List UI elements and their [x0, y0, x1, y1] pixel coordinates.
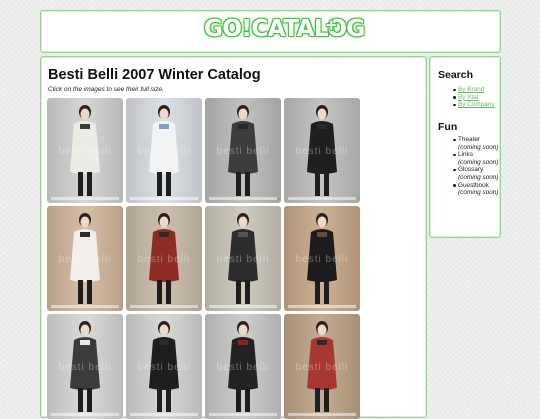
search-link-item: By Brand: [453, 86, 495, 94]
watermark-text: besti belli: [295, 362, 349, 373]
watermark-text: besti belli: [216, 146, 270, 157]
catalog-photo-4[interactable]: besti belli: [284, 98, 360, 203]
watermark-text: besti belli: [58, 254, 112, 265]
watermark-text: besti belli: [58, 362, 112, 373]
catalog-photo-6[interactable]: besti belli: [126, 206, 202, 311]
search-link-item: By Company: [453, 101, 495, 109]
watermark-text: besti belli: [58, 146, 112, 157]
page-instructions: Click on the images to see their full si…: [48, 86, 164, 93]
fun-item-label: Guestbook: [458, 181, 489, 189]
sidebar: Search By Brand By Stat By Company Fun T…: [429, 56, 501, 238]
catalog-photo-8[interactable]: besti belli: [284, 206, 360, 311]
fun-heading: Fun: [438, 121, 458, 133]
coming-soon-note: (coming soon): [458, 158, 499, 166]
fun-item-label: Glossary: [458, 166, 484, 174]
catalog-photo-7[interactable]: besti belli: [205, 206, 281, 311]
search-heading: Search: [438, 69, 474, 81]
logo-plus-icon: +: [325, 16, 338, 34]
catalog-photo-1[interactable]: besti belli: [47, 98, 123, 203]
fun-item-glossary: Glossary (coming soon): [453, 166, 499, 181]
coming-soon-note: (coming soon): [458, 143, 499, 151]
by-brand-link[interactable]: By Brand: [458, 86, 495, 94]
fun-list: Theater (coming soon) Links (coming soon) …: [453, 136, 499, 197]
catalog-photo-5[interactable]: besti belli: [47, 206, 123, 311]
by-company-link[interactable]: By Company: [458, 101, 495, 109]
catalog-photo-10[interactable]: besti belli: [126, 314, 202, 419]
search-link-item: By Stat: [453, 94, 495, 102]
watermark-text: besti belli: [137, 254, 191, 265]
watermark-text: besti belli: [137, 146, 191, 157]
watermark-text: besti belli: [137, 362, 191, 373]
catalog-photo-11[interactable]: besti belli: [205, 314, 281, 419]
catalog-photo-12[interactable]: besti belli: [284, 314, 360, 419]
catalog-photo-9[interactable]: besti belli: [47, 314, 123, 419]
watermark-text: besti belli: [216, 362, 270, 373]
search-links: By Brand By Stat By Company: [453, 86, 495, 109]
coming-soon-note: (coming soon): [458, 173, 499, 181]
watermark-text: besti belli: [295, 254, 349, 265]
main-content: Besti Belli 2007 Winter Catalog Click on…: [40, 56, 427, 419]
fun-item-label: Theater: [458, 136, 481, 143]
catalog-photo-3[interactable]: besti belli: [205, 98, 281, 203]
fun-item-label: Links: [458, 151, 473, 159]
catalog-photo-2[interactable]: besti belli: [126, 98, 202, 203]
site-logo[interactable]: GO!CATALOG: [204, 16, 365, 42]
by-stat-link[interactable]: By Stat: [458, 94, 495, 102]
watermark-text: besti belli: [295, 146, 349, 157]
fun-item-theater: Theater (coming soon): [453, 136, 499, 151]
fun-item-guestbook: Guestbook (coming soon): [453, 181, 499, 197]
page-title: Besti Belli 2007 Winter Catalog: [48, 67, 261, 83]
watermark-text: besti belli: [216, 254, 270, 265]
fun-item-links: Links (coming soon): [453, 151, 499, 166]
coming-soon-note: (coming soon): [458, 189, 499, 197]
